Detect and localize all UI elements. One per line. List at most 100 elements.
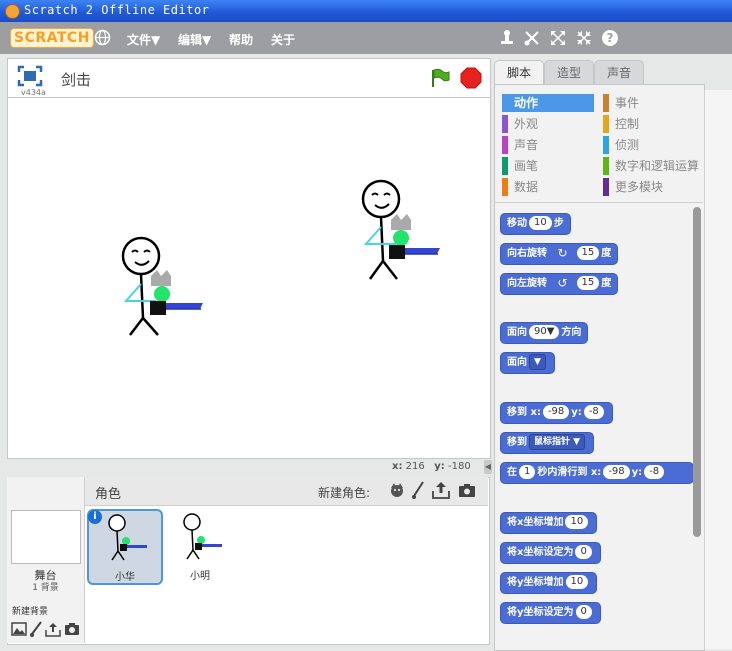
camera-sprite-icon[interactable] [458, 483, 476, 498]
menu-edit[interactable]: 编辑▼ [178, 31, 211, 48]
block-input[interactable]: 10 [565, 515, 589, 529]
stage-thumbnail[interactable] [11, 510, 81, 564]
category-color-swatch [603, 178, 609, 196]
category-1[interactable]: 事件 [603, 94, 699, 112]
scripts-area[interactable] [704, 90, 732, 649]
block-set-y[interactable]: 将y坐标设定为 0 [500, 602, 601, 624]
block-input[interactable]: 90▼ [529, 325, 560, 339]
sprite-xiaoming-on-stage [361, 179, 440, 280]
block-input[interactable]: -8 [583, 405, 604, 419]
block-text: 面向 [507, 327, 527, 338]
cut-scissors-icon[interactable] [523, 29, 541, 47]
block-point-in-direction[interactable]: 面向 90▼ 方向 [500, 322, 589, 344]
camera-icon[interactable] [64, 622, 80, 636]
category-label: 控制 [615, 117, 640, 131]
block-goto[interactable]: 移到 鼠标指针 ▼ [500, 432, 595, 454]
block-glide[interactable]: 在 1 秒内滑行到 x: -98 y: -8 [500, 462, 694, 484]
language-globe-icon[interactable] [94, 29, 111, 46]
menu-help[interactable]: 帮助 [229, 31, 253, 48]
duplicate-stamp-icon[interactable] [498, 29, 516, 47]
menu-bar: SCRATCH 文件▼ 编辑▼ 帮助 关于 ? [0, 22, 732, 54]
paint-brush-icon[interactable] [29, 621, 43, 637]
version-label: v434a [21, 88, 46, 97]
stage-backdrop-count: 1 背景 [32, 583, 59, 593]
upload-icon[interactable] [45, 621, 61, 637]
tab-costumes[interactable]: 造型 [544, 60, 594, 85]
block-set-x[interactable]: 将x坐标设定为 0 [500, 542, 601, 564]
category-color-swatch [502, 115, 508, 133]
sprite-thumb-xiaoming[interactable]: 小明 [164, 510, 236, 582]
block-text: 面向 [507, 357, 527, 368]
scratch-logo[interactable]: SCRATCH [10, 28, 94, 48]
block-input[interactable]: -98 [603, 465, 630, 479]
upload-sprite-icon[interactable] [432, 481, 450, 499]
category-2[interactable]: 外观 [502, 115, 594, 133]
block-input[interactable]: 15 [576, 276, 600, 290]
block-input[interactable]: 1 [519, 465, 536, 479]
category-9[interactable]: 更多模块 [603, 178, 699, 196]
block-input[interactable]: 10 [529, 216, 552, 230]
block-change-y[interactable]: 将y坐标增加 10 [500, 572, 598, 594]
menu-file[interactable]: 文件▼ [127, 31, 160, 48]
category-8[interactable]: 数据 [502, 178, 594, 196]
category-label: 声音 [514, 138, 539, 152]
stop-sign-icon[interactable] [460, 67, 482, 89]
grow-icon[interactable] [549, 29, 567, 47]
block-point-towards[interactable]: 面向 ▼ [500, 352, 555, 374]
category-7[interactable]: 数字和逻辑运算 [603, 157, 699, 175]
tab-scripts[interactable]: 脚本 [494, 60, 544, 85]
sprite-library-icon[interactable] [388, 482, 406, 500]
mouse-y-value: -180 [448, 461, 471, 472]
block-text: 将x坐标设定为 [507, 547, 574, 558]
block-input[interactable]: -8 [644, 465, 665, 479]
block-change-x[interactable]: 将x坐标增加 10 [500, 512, 598, 534]
category-label: 更多模块 [615, 180, 664, 194]
window-title: Scratch 2 Offline Editor [24, 3, 210, 17]
palette-divider [494, 202, 703, 203]
category-5[interactable]: 侦测 [603, 136, 699, 154]
sprite-name: 小明 [190, 571, 210, 582]
category-6[interactable]: 画笔 [502, 157, 594, 175]
block-text: 步 [553, 218, 564, 229]
green-flag-icon[interactable] [429, 67, 451, 89]
shrink-icon[interactable] [575, 29, 593, 47]
category-label: 动作 [514, 96, 539, 110]
backdrop-library-icon[interactable] [11, 622, 27, 636]
block-turn-left[interactable]: 向左旋转 ↺ 15 度 [500, 273, 619, 295]
category-4[interactable]: 声音 [502, 136, 594, 154]
block-input[interactable]: 0 [575, 605, 592, 619]
block-input[interactable]: -98 [542, 405, 570, 419]
presentation-mode-icon[interactable] [17, 65, 43, 87]
block-move-steps[interactable]: 移动 10 步 [500, 213, 571, 235]
menu-about[interactable]: 关于 [271, 31, 295, 48]
category-0[interactable]: 动作 [502, 94, 594, 112]
category-label: 事件 [615, 96, 640, 110]
block-dropdown[interactable]: 鼠标指针 ▼ [529, 434, 586, 450]
info-icon[interactable]: i [88, 510, 102, 524]
help-question-icon[interactable]: ? [601, 29, 619, 47]
block-text: 方向 [561, 327, 582, 338]
palette-scrollbar[interactable] [693, 207, 701, 537]
turn-left-icon: ↺ [557, 276, 568, 290]
block-text: y: [631, 467, 643, 478]
block-input[interactable]: 15 [576, 246, 600, 260]
tab-sounds[interactable]: 声音 [594, 60, 644, 85]
paint-new-sprite-icon[interactable] [411, 481, 425, 499]
block-goto-xy[interactable]: 移到 x: -98 y: -8 [500, 402, 613, 424]
block-input[interactable]: 0 [575, 545, 592, 559]
block-input[interactable]: 10 [565, 575, 589, 589]
category-label: 数据 [514, 180, 539, 194]
app-cat-icon [5, 4, 20, 19]
block-turn-right[interactable]: 向右旋转 ↻ 15 度 [500, 243, 619, 265]
project-title[interactable]: 剑击 [61, 69, 91, 90]
category-3[interactable]: 控制 [603, 115, 699, 133]
stage-canvas[interactable] [7, 97, 491, 459]
block-dropdown[interactable]: ▼ [529, 354, 546, 370]
sprite-name: 小华 [115, 572, 135, 583]
collapse-stage-arrow-icon[interactable]: ◀ [484, 460, 492, 474]
category-color-swatch [502, 136, 508, 154]
category-color-swatch [502, 94, 508, 112]
sprite-thumb-xiaohua[interactable]: i 小华 [87, 509, 163, 585]
sprite-xiaohua-on-stage [121, 236, 203, 336]
mouse-x-label: x: [392, 461, 403, 472]
